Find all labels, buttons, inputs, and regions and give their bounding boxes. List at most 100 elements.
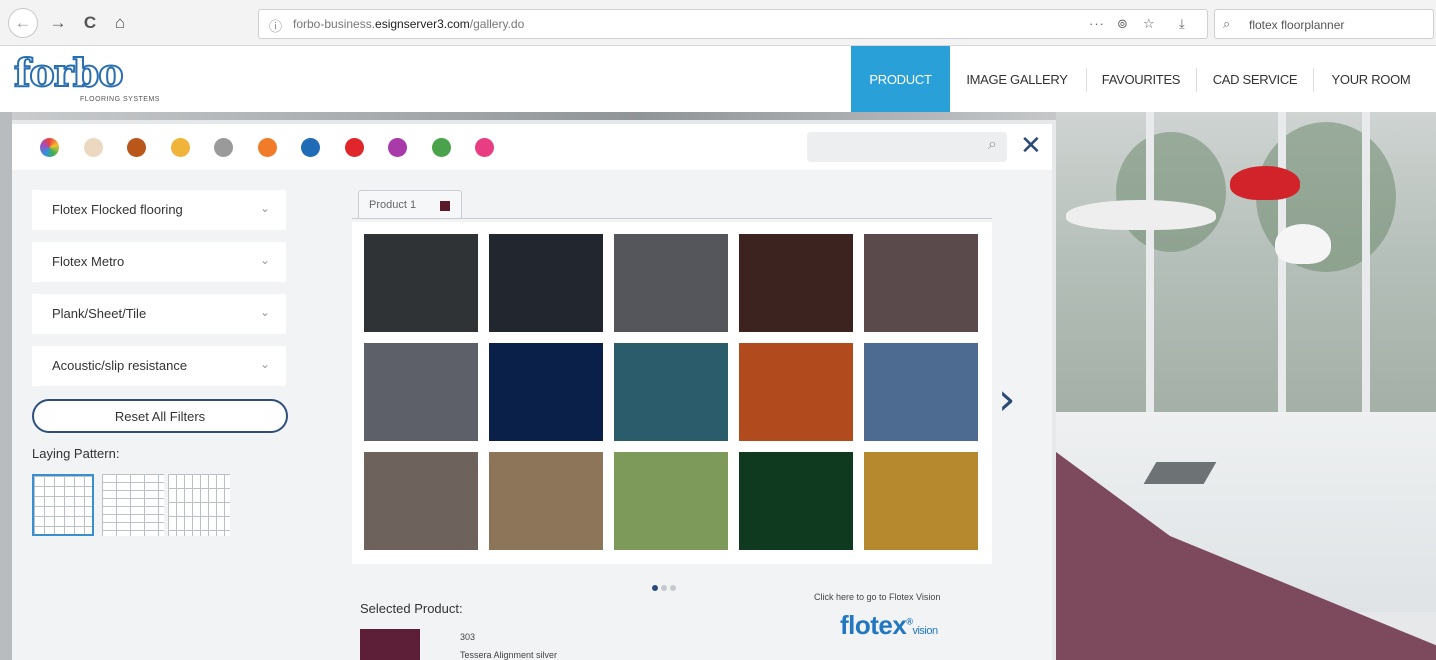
product-tile[interactable] (739, 343, 853, 441)
page-dot[interactable] (652, 585, 658, 591)
close-icon[interactable]: ✕ (1020, 130, 1042, 161)
product-search-input[interactable]: ⌕ (807, 132, 1007, 162)
color-swatch[interactable] (431, 138, 451, 157)
swatch-all-colors[interactable] (40, 138, 59, 157)
site-header: forbo FLOORING SYSTEMS PRODUCT IMAGE GAL… (0, 46, 1436, 112)
page-dot[interactable] (661, 585, 667, 591)
browser-search-box[interactable]: ⌕ flotex floorplanner (1214, 9, 1434, 39)
back-arrow-icon: ← (14, 13, 32, 32)
product-tile[interactable] (864, 234, 978, 332)
room-wall-edge (0, 112, 12, 660)
nav-your-room[interactable]: YOUR ROOM (1314, 46, 1428, 112)
color-swatch[interactable] (475, 138, 494, 157)
forward-button[interactable]: → (44, 9, 72, 37)
selected-product-swatch[interactable] (360, 629, 420, 660)
chevron-down-icon: ⌄ (259, 305, 270, 319)
chevron-down-icon: ⌄ (259, 357, 270, 371)
chevron-down-icon: ⌄ (259, 253, 270, 267)
color-swatch[interactable] (127, 138, 146, 157)
home-icon: ⌂ (114, 13, 126, 32)
product-tile[interactable] (739, 234, 853, 332)
reload-button[interactable]: C (76, 9, 104, 37)
tab-divider (352, 218, 992, 219)
filter-label: Flotex Metro (52, 254, 125, 269)
tab-color-dot (440, 201, 450, 211)
chevron-down-icon: ⌄ (259, 201, 270, 215)
product-tile[interactable] (614, 343, 728, 441)
search-icon: ⌕ (988, 136, 997, 153)
window-frame (1362, 112, 1370, 442)
laying-pattern-brick[interactable] (102, 474, 164, 536)
home-button[interactable]: ⌂ (106, 9, 134, 37)
color-swatch[interactable] (388, 138, 407, 157)
page-actions-icon[interactable]: ··· (1089, 16, 1105, 31)
nav-cad-service[interactable]: CAD SERVICE (1197, 46, 1313, 112)
product-tile[interactable] (739, 452, 853, 550)
reset-filters-button[interactable]: Reset All Filters (32, 399, 288, 433)
filter-label: Flotex Flocked flooring (52, 202, 183, 217)
color-swatch[interactable] (301, 138, 320, 157)
color-filter-bar: ⌕ ✕ (12, 124, 1052, 170)
product-tile[interactable] (864, 452, 978, 550)
filter-format[interactable]: Plank/Sheet/Tile ⌄ (32, 294, 286, 334)
laying-pattern-herringbone[interactable] (168, 474, 230, 536)
filter-label: Plank/Sheet/Tile (52, 306, 147, 321)
filter-label: Acoustic/slip resistance (52, 358, 188, 373)
laying-pattern-label: Laying Pattern: (32, 446, 120, 461)
selected-product-name: Tessera Alignment silver (460, 650, 558, 660)
selected-product-code: 303 (460, 632, 476, 642)
browser-search-text: flotex floorplanner (1249, 18, 1345, 32)
color-swatch[interactable] (83, 138, 103, 157)
product-tile[interactable] (364, 452, 478, 550)
forbo-logo[interactable]: forbo (13, 49, 125, 96)
tab-label: Product 1 (369, 199, 417, 211)
filter-product-range[interactable]: Flotex Flocked flooring ⌄ (32, 190, 286, 230)
product-tile[interactable] (364, 234, 478, 332)
site-info-icon[interactable]: ⓘ (269, 16, 282, 35)
product-panel: ⌕ ✕ Flotex Flocked flooring ⌄ Flotex Met… (12, 124, 1052, 660)
address-bar[interactable]: ⓘ forbo-business.esignserver3.com/galler… (258, 9, 1208, 39)
logo-subtitle: FLOORING SYSTEMS (80, 96, 160, 103)
page-dot[interactable] (670, 585, 676, 591)
tree-shape (1116, 132, 1226, 252)
color-swatch[interactable] (344, 138, 364, 157)
product-tile[interactable] (614, 234, 728, 332)
laying-pattern-grid[interactable] (32, 474, 94, 536)
window-frame (1278, 112, 1286, 442)
browser-toolbar: ← → C ⌂ ⓘ forbo-business.esignserver3.co… (0, 0, 1436, 46)
product-grid (352, 222, 992, 564)
product-tile[interactable] (864, 343, 978, 441)
back-button[interactable]: ← (8, 8, 38, 38)
product-tile[interactable] (489, 343, 603, 441)
tab-product-1[interactable]: Product 1 (358, 190, 462, 218)
pagination-dots[interactable] (652, 578, 679, 596)
white-hat (1275, 224, 1331, 264)
floor-vent (1143, 462, 1217, 484)
reload-icon: C (83, 13, 97, 32)
product-tile[interactable] (489, 234, 603, 332)
red-hat (1230, 166, 1300, 200)
product-tile[interactable] (489, 452, 603, 550)
flotex-vision-cta[interactable]: Click here to go to Flotex Vision (814, 592, 940, 602)
color-swatch[interactable] (170, 138, 190, 157)
room-windows (1056, 112, 1436, 462)
bookmark-star-icon[interactable]: ☆ (1143, 16, 1155, 32)
nav-product[interactable]: PRODUCT (851, 46, 950, 112)
next-page-arrow-icon[interactable]: › (998, 374, 1016, 425)
url-text: forbo-business.esignserver3.com/gallery.… (293, 17, 525, 31)
nav-image-gallery[interactable]: IMAGE GALLERY (950, 46, 1084, 112)
color-swatch[interactable] (214, 138, 233, 157)
forward-arrow-icon: → (49, 13, 67, 32)
room-ceiling-strip (12, 112, 1056, 120)
filter-acoustic-slip[interactable]: Acoustic/slip resistance ⌄ (32, 346, 286, 386)
hat-display (1066, 200, 1216, 230)
flotex-vision-logo[interactable]: flotex®vision (840, 610, 938, 641)
color-swatch[interactable] (257, 138, 277, 157)
window-frame (1146, 112, 1154, 442)
product-tile[interactable] (614, 452, 728, 550)
download-icon[interactable]: ⤓ (1179, 16, 1185, 32)
product-tile[interactable] (364, 343, 478, 441)
nav-favourites[interactable]: FAVOURITES (1087, 46, 1195, 112)
filter-collection[interactable]: Flotex Metro ⌄ (32, 242, 286, 282)
pocket-icon[interactable]: ⊚ (1117, 16, 1128, 32)
